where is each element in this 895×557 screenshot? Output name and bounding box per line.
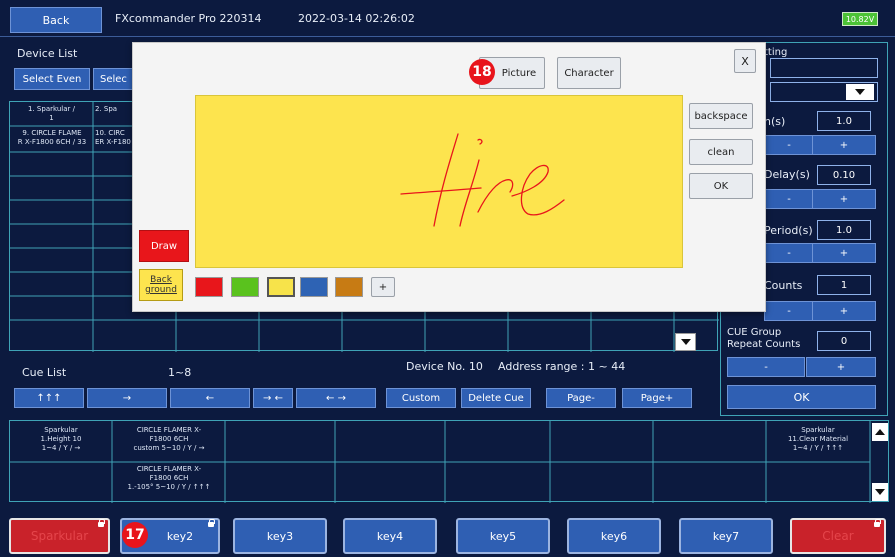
device-cell-9[interactable]: 9. CIRCLE FLAME R X-F1800 6CH / 33 [11,129,93,147]
delay-minus[interactable]: - [764,189,814,209]
duration-input[interactable]: 1.0 [817,111,871,131]
scroll-down-icon[interactable] [675,333,696,351]
step-badge-17: 17 [122,522,148,548]
header-divider [0,36,895,37]
key5-button[interactable]: key5 [456,518,550,554]
direction-left-button[interactable]: ← [170,388,250,408]
step-badge-18: 18 [469,59,495,85]
select-button[interactable]: Selec [93,68,133,90]
color-swatch-blue[interactable] [300,277,328,297]
counts-label: Counts [764,279,803,292]
cue-cell-1[interactable]: Sparkular 1.Height 10 1~4 / Y / → [12,426,110,453]
page-prev-button[interactable]: Page- [546,388,616,408]
custom-button[interactable]: Custom [386,388,456,408]
drawing-dialog: X Picture Character backspace clean OK D… [132,42,766,312]
lock-icon [98,519,105,527]
cue-table: Sparkular 1.Height 10 1~4 / Y / → CIRCLE F… [9,420,889,503]
character-tab-button[interactable]: Character [557,57,621,89]
drawing-canvas[interactable] [195,95,683,268]
handwriting-stroke [400,133,565,227]
color-swatch-orange[interactable] [335,277,363,297]
key3-button[interactable]: key3 [233,518,327,554]
counts-input[interactable]: 1 [817,275,871,295]
clean-button[interactable]: clean [689,139,753,165]
counts-minus[interactable]: - [764,301,814,321]
delay-label: Delay(s) [764,168,810,181]
back-button[interactable]: Back [10,7,102,33]
draw-mode-button[interactable]: Draw [139,230,189,262]
backspace-button[interactable]: backspace [689,103,753,129]
period-minus[interactable]: - [764,243,814,263]
color-swatch-red[interactable] [195,277,223,297]
settings-ok-button[interactable]: OK [727,385,876,409]
color-swatch-green[interactable] [231,277,259,297]
dropdown-arrow-icon[interactable] [846,84,874,100]
cue-scroll-down-icon[interactable] [872,483,888,501]
lock-icon [208,519,215,527]
setting-label: tting [764,47,788,58]
background-mode-button[interactable]: Back ground [139,269,183,301]
datetime: 2022-03-14 02:26:02 [298,12,415,25]
key7-button[interactable]: key7 [679,518,773,554]
select-even-button[interactable]: Select Even [14,68,90,90]
duration-label: n(s) [764,115,786,128]
device-cell-2[interactable]: 2. Spa [95,105,135,114]
battery-indicator: 10.82V [842,12,878,26]
cue-group-minus[interactable]: - [727,357,805,377]
delay-plus[interactable]: + [812,189,876,209]
period-label: Period(s) [764,224,813,237]
lock-icon [874,519,881,527]
delay-input[interactable]: 0.10 [817,165,871,185]
key4-button[interactable]: key4 [343,518,437,554]
clear-key-button[interactable]: Clear [790,518,886,554]
direction-right-button[interactable]: → [87,388,167,408]
device-cell-10[interactable]: 10. CIRC ER X-F180 [95,129,135,147]
key6-button[interactable]: key6 [567,518,661,554]
duration-plus[interactable]: + [812,135,876,155]
color-swatch-yellow[interactable] [267,277,295,297]
cue-scroll-up-icon[interactable] [872,423,888,441]
cue-cell-10[interactable]: CIRCLE FLAMER X- F1800 6CH 1.-105° 5~10 / … [114,465,224,492]
add-color-button[interactable]: + [371,277,395,297]
cue-group-input[interactable]: 0 [817,331,871,351]
direction-out-button[interactable]: ← → [296,388,376,408]
period-plus[interactable]: + [812,243,876,263]
dialog-ok-button[interactable]: OK [689,173,753,199]
counts-plus[interactable]: + [812,301,876,321]
app-title: FXcommander Pro 220314 [115,12,262,25]
cue-list-title: Cue List [22,366,67,379]
duration-minus[interactable]: - [764,135,814,155]
device-list-title: Device List [17,47,78,60]
direction-in-button[interactable]: → ← [253,388,293,408]
device-number: Device No. 10 [406,360,483,373]
cue-range: 1~8 [168,366,192,379]
direction-up-button[interactable]: ↑↑↑ [14,388,84,408]
cue-group-plus[interactable]: + [806,357,876,377]
device-cell-1[interactable]: 1. Sparkular /1 [12,105,91,123]
setting-name-field[interactable] [770,58,878,78]
period-input[interactable]: 1.0 [817,220,871,240]
cue-cell-2[interactable]: CIRCLE FLAMER X- F1800 6CH custom 5~10 / Y… [114,426,224,453]
key-sparkular-button[interactable]: Sparkular [9,518,110,554]
delete-cue-button[interactable]: Delete Cue [461,388,531,408]
dialog-close-button[interactable]: X [734,49,756,73]
address-range: Address range : 1 ~ 44 [498,360,626,373]
page-next-button[interactable]: Page+ [622,388,692,408]
cue-group-label: CUE Group Repeat Counts [727,327,801,350]
cue-cell-8[interactable]: Sparkular 11.Clear Material 1~4 / Y / ↑↑↑ [768,426,868,453]
